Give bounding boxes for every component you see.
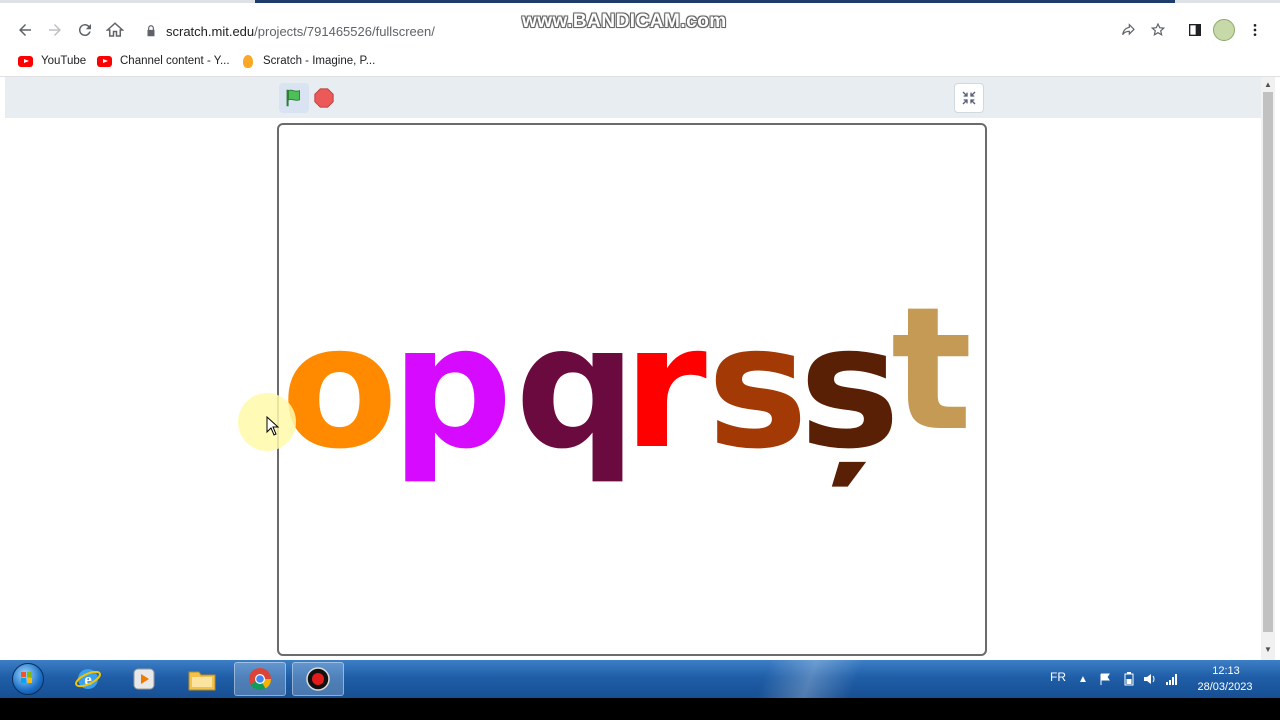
stage-letter-3: r [623,289,707,487]
taskbar-bandicam[interactable] [292,662,344,696]
scratch-icon [243,54,253,68]
home-icon [106,22,124,37]
stop-sign-icon [314,88,334,108]
mouse-pointer-icon [266,416,280,436]
youtube-icon [18,55,33,67]
clock-date[interactable]: 28/03/2023 [1194,681,1256,693]
stage-letter-0: o [281,289,398,487]
scroll-up-arrow-icon[interactable]: ▲ [1262,80,1274,90]
stop-button[interactable] [312,86,336,110]
windows-logo-icon [12,663,44,695]
tab-strip [0,0,1280,3]
stage-letter-5: ș [799,289,901,487]
bookmark-star-button[interactable] [1147,19,1169,41]
tray-expand-icon[interactable]: ▲ [1076,672,1090,686]
home-button[interactable] [101,16,129,44]
scroll-down-arrow-icon[interactable]: ▼ [1262,645,1274,655]
star-icon [1150,22,1166,36]
forward-button[interactable] [41,16,69,44]
url-text: scratch.mit.edu/projects/791465526/fulls… [166,23,435,39]
bookmark-youtube[interactable]: YouTube [18,53,86,69]
recorder-watermark: www.BANDICAM.com [522,11,727,32]
browser-menu-button[interactable] [1244,19,1266,41]
scratch-stage[interactable]: opqrsșt [277,123,987,656]
letters-row: opqrsșt [279,125,985,654]
reload-button[interactable] [71,16,99,44]
kebab-menu-icon [1253,24,1257,36]
side-panel-button[interactable] [1184,19,1206,41]
input-language[interactable]: FR [1050,670,1066,684]
bookmark-label: Channel content - Y... [120,55,230,67]
action-center-flag-icon[interactable] [1098,672,1112,686]
taskbar-chrome[interactable] [234,662,286,696]
battery-icon[interactable] [1122,672,1136,686]
scrollbar-thumb[interactable] [1263,92,1273,632]
volume-icon[interactable] [1143,672,1157,686]
media-player-icon [133,668,155,690]
taskbar-internet-explorer[interactable]: e [62,662,114,696]
bookmark-scratch[interactable]: Scratch - Imagine, P... [243,53,375,69]
exit-fullscreen-icon [962,91,976,105]
share-button[interactable] [1117,19,1139,41]
green-flag-button[interactable] [279,83,309,113]
back-button[interactable] [11,16,39,44]
network-signal-icon[interactable] [1165,672,1179,686]
stage-letter-6: t [891,271,973,469]
share-icon [1122,23,1135,36]
page-margin-right [1275,77,1280,660]
screen-bottom-bar [0,698,1280,720]
bookmark-label: Scratch - Imagine, P... [263,55,376,67]
stage-letter-1: p [391,289,513,487]
taskbar-shine [700,660,920,698]
clock-time[interactable]: 12:13 [1196,665,1256,677]
profile-avatar[interactable] [1213,19,1235,41]
internet-explorer-icon: e [75,669,101,689]
stage-letter-2: q [515,289,637,487]
taskbar-media-player[interactable] [118,662,170,696]
bookmark-label: YouTube [41,55,87,67]
taskbar-file-explorer[interactable] [176,662,228,696]
arrow-right-icon [49,24,61,36]
green-flag-icon [286,89,300,107]
start-button[interactable] [6,662,50,696]
reload-icon [78,24,91,37]
youtube-icon [97,55,112,67]
record-icon [306,667,330,691]
stage-letter-4: s [707,289,809,487]
scratch-player-header [5,77,1261,118]
side-panel-icon [1189,24,1201,36]
arrow-left-icon [19,24,31,36]
folder-icon [188,671,216,691]
exit-fullscreen-button[interactable] [954,83,984,113]
chrome-icon [249,668,271,690]
bookmark-channel-content[interactable]: Channel content - Y... [97,53,230,69]
lock-icon [147,25,155,37]
